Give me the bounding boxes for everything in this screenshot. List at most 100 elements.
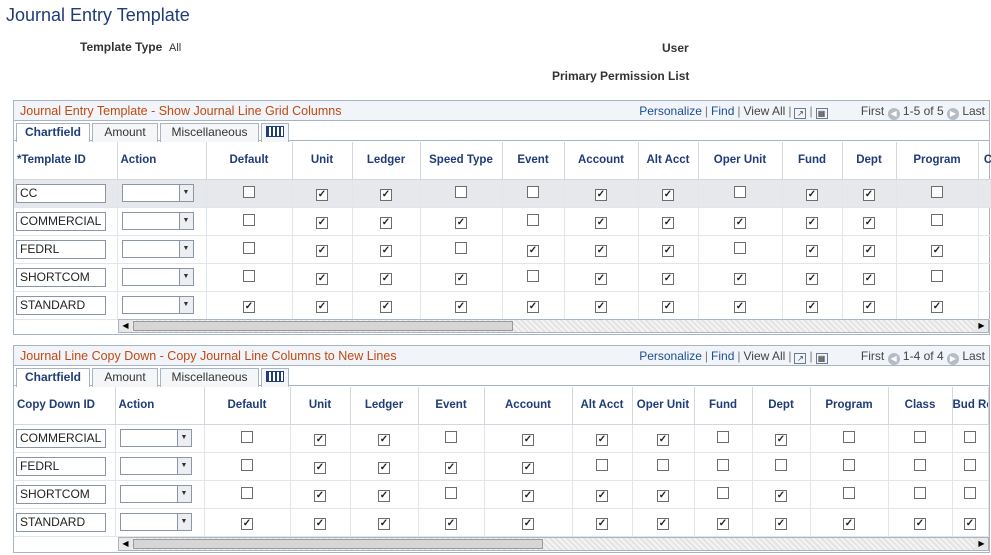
checkbox-unchecked[interactable] [843, 486, 855, 499]
checkbox-unchecked[interactable] [527, 185, 539, 198]
checkbox-checked[interactable]: ✓ [596, 433, 608, 446]
checkbox-checked[interactable]: ✓ [595, 244, 607, 257]
checkbox-checked[interactable]: ✓ [380, 216, 392, 229]
checkbox-checked[interactable]: ✓ [806, 272, 818, 285]
checkbox-unchecked[interactable] [914, 430, 926, 443]
download-icon[interactable]: ▦ [815, 108, 828, 119]
checkbox-checked[interactable]: ✓ [775, 489, 787, 502]
checkbox-checked[interactable]: ✓ [843, 517, 855, 530]
horizontal-scrollbar[interactable]: ◀ ▶ [118, 319, 989, 333]
checkbox-checked[interactable]: ✓ [914, 517, 926, 530]
checkbox-unchecked[interactable] [964, 430, 976, 443]
checkbox-unchecked[interactable] [914, 486, 926, 499]
checkbox-checked[interactable]: ✓ [314, 461, 326, 474]
checkbox-checked[interactable]: ✓ [662, 188, 674, 201]
template-id-field[interactable]: COMMERCIAL [16, 211, 106, 231]
dropdown-arrow-icon[interactable]: ▼ [178, 213, 193, 229]
action-select[interactable]: ▼ [121, 240, 194, 258]
checkbox-unchecked[interactable] [241, 486, 253, 499]
tab-chartfield[interactable]: Chartfield [16, 368, 90, 387]
checkbox-checked[interactable]: ✓ [380, 272, 392, 285]
dropdown-arrow-icon[interactable]: ▼ [176, 514, 191, 530]
checkbox-checked[interactable]: ✓ [596, 489, 608, 502]
checkbox-unchecked[interactable] [241, 458, 253, 471]
next-icon[interactable]: ▶ [946, 353, 959, 365]
checkbox-checked[interactable]: ✓ [806, 188, 818, 201]
checkbox-checked[interactable]: ✓ [378, 461, 390, 474]
copy-down-id-field[interactable]: SHORTCOM [16, 484, 106, 504]
checkbox-checked[interactable]: ✓ [662, 216, 674, 229]
template-id-field[interactable]: STANDARD [16, 295, 106, 315]
next-icon[interactable]: ▶ [946, 108, 959, 120]
checkbox-unchecked[interactable] [243, 213, 255, 226]
checkbox-unchecked[interactable] [657, 458, 669, 471]
scroll-right-icon[interactable]: ▶ [975, 320, 988, 332]
previous-icon[interactable]: ◀ [887, 108, 900, 120]
template-id-field[interactable]: FEDRL [16, 239, 106, 259]
checkbox-checked[interactable]: ✓ [522, 517, 534, 530]
checkbox-checked[interactable]: ✓ [657, 517, 669, 530]
checkbox-checked[interactable]: ✓ [316, 244, 328, 257]
checkbox-unchecked[interactable] [243, 241, 255, 254]
copy-down-id-field[interactable]: FEDRL [16, 456, 106, 476]
checkbox-unchecked[interactable] [527, 269, 539, 282]
checkbox-checked[interactable]: ✓ [595, 300, 607, 313]
view-all-link[interactable]: View All [744, 349, 786, 363]
checkbox-checked[interactable]: ✓ [455, 216, 467, 229]
checkbox-checked[interactable]: ✓ [378, 489, 390, 502]
checkbox-checked[interactable]: ✓ [717, 517, 729, 530]
checkbox-unchecked[interactable] [241, 430, 253, 443]
checkbox-checked[interactable]: ✓ [734, 272, 746, 285]
checkbox-checked[interactable]: ✓ [445, 517, 457, 530]
action-select[interactable]: ▼ [119, 485, 192, 503]
checkbox-unchecked[interactable] [527, 213, 539, 226]
checkbox-checked[interactable]: ✓ [657, 433, 669, 446]
checkbox-checked[interactable]: ✓ [316, 272, 328, 285]
checkbox-checked[interactable]: ✓ [662, 244, 674, 257]
checkbox-unchecked[interactable] [843, 430, 855, 443]
zoom-icon[interactable]: ↗ [794, 353, 807, 364]
checkbox-checked[interactable]: ✓ [314, 433, 326, 446]
checkbox-checked[interactable]: ✓ [378, 433, 390, 446]
action-select[interactable]: ▼ [121, 184, 194, 202]
tab-miscellaneous[interactable]: Miscellaneous [160, 368, 259, 387]
checkbox-unchecked[interactable] [775, 458, 787, 471]
copy-down-id-field[interactable]: COMMERCIAL [16, 428, 106, 448]
checkbox-checked[interactable]: ✓ [775, 433, 787, 446]
action-select[interactable]: ▼ [119, 429, 192, 447]
checkbox-checked[interactable]: ✓ [243, 300, 255, 313]
checkbox-checked[interactable]: ✓ [863, 244, 875, 257]
checkbox-checked[interactable]: ✓ [806, 216, 818, 229]
dropdown-arrow-icon[interactable]: ▼ [178, 241, 193, 257]
checkbox-checked[interactable]: ✓ [522, 433, 534, 446]
checkbox-unchecked[interactable] [931, 269, 943, 282]
template-id-field[interactable]: SHORTCOM [16, 267, 106, 287]
checkbox-checked[interactable]: ✓ [522, 461, 534, 474]
checkbox-unchecked[interactable] [717, 458, 729, 471]
personalize-link[interactable]: Personalize [639, 349, 702, 363]
first-label[interactable]: First [861, 104, 884, 118]
find-link[interactable]: Find [711, 349, 734, 363]
show-all-columns-icon[interactable] [261, 123, 289, 142]
action-select[interactable]: ▼ [121, 268, 194, 286]
checkbox-checked[interactable]: ✓ [316, 216, 328, 229]
checkbox-unchecked[interactable] [445, 430, 457, 443]
checkbox-unchecked[interactable] [964, 458, 976, 471]
template-id-field[interactable]: CC [16, 183, 106, 203]
checkbox-checked[interactable]: ✓ [445, 461, 457, 474]
scroll-right-icon[interactable]: ▶ [975, 538, 988, 550]
checkbox-unchecked[interactable] [445, 486, 457, 499]
checkbox-checked[interactable]: ✓ [734, 216, 746, 229]
first-label[interactable]: First [861, 349, 884, 363]
checkbox-checked[interactable]: ✓ [863, 188, 875, 201]
checkbox-checked[interactable]: ✓ [378, 517, 390, 530]
checkbox-unchecked[interactable] [734, 185, 746, 198]
checkbox-checked[interactable]: ✓ [775, 517, 787, 530]
checkbox-unchecked[interactable] [734, 241, 746, 254]
show-all-columns-icon[interactable] [261, 368, 289, 387]
tab-amount[interactable]: Amount [92, 368, 158, 387]
dropdown-arrow-icon[interactable]: ▼ [178, 269, 193, 285]
checkbox-checked[interactable]: ✓ [522, 489, 534, 502]
last-label[interactable]: Last [962, 104, 985, 118]
checkbox-unchecked[interactable] [964, 486, 976, 499]
